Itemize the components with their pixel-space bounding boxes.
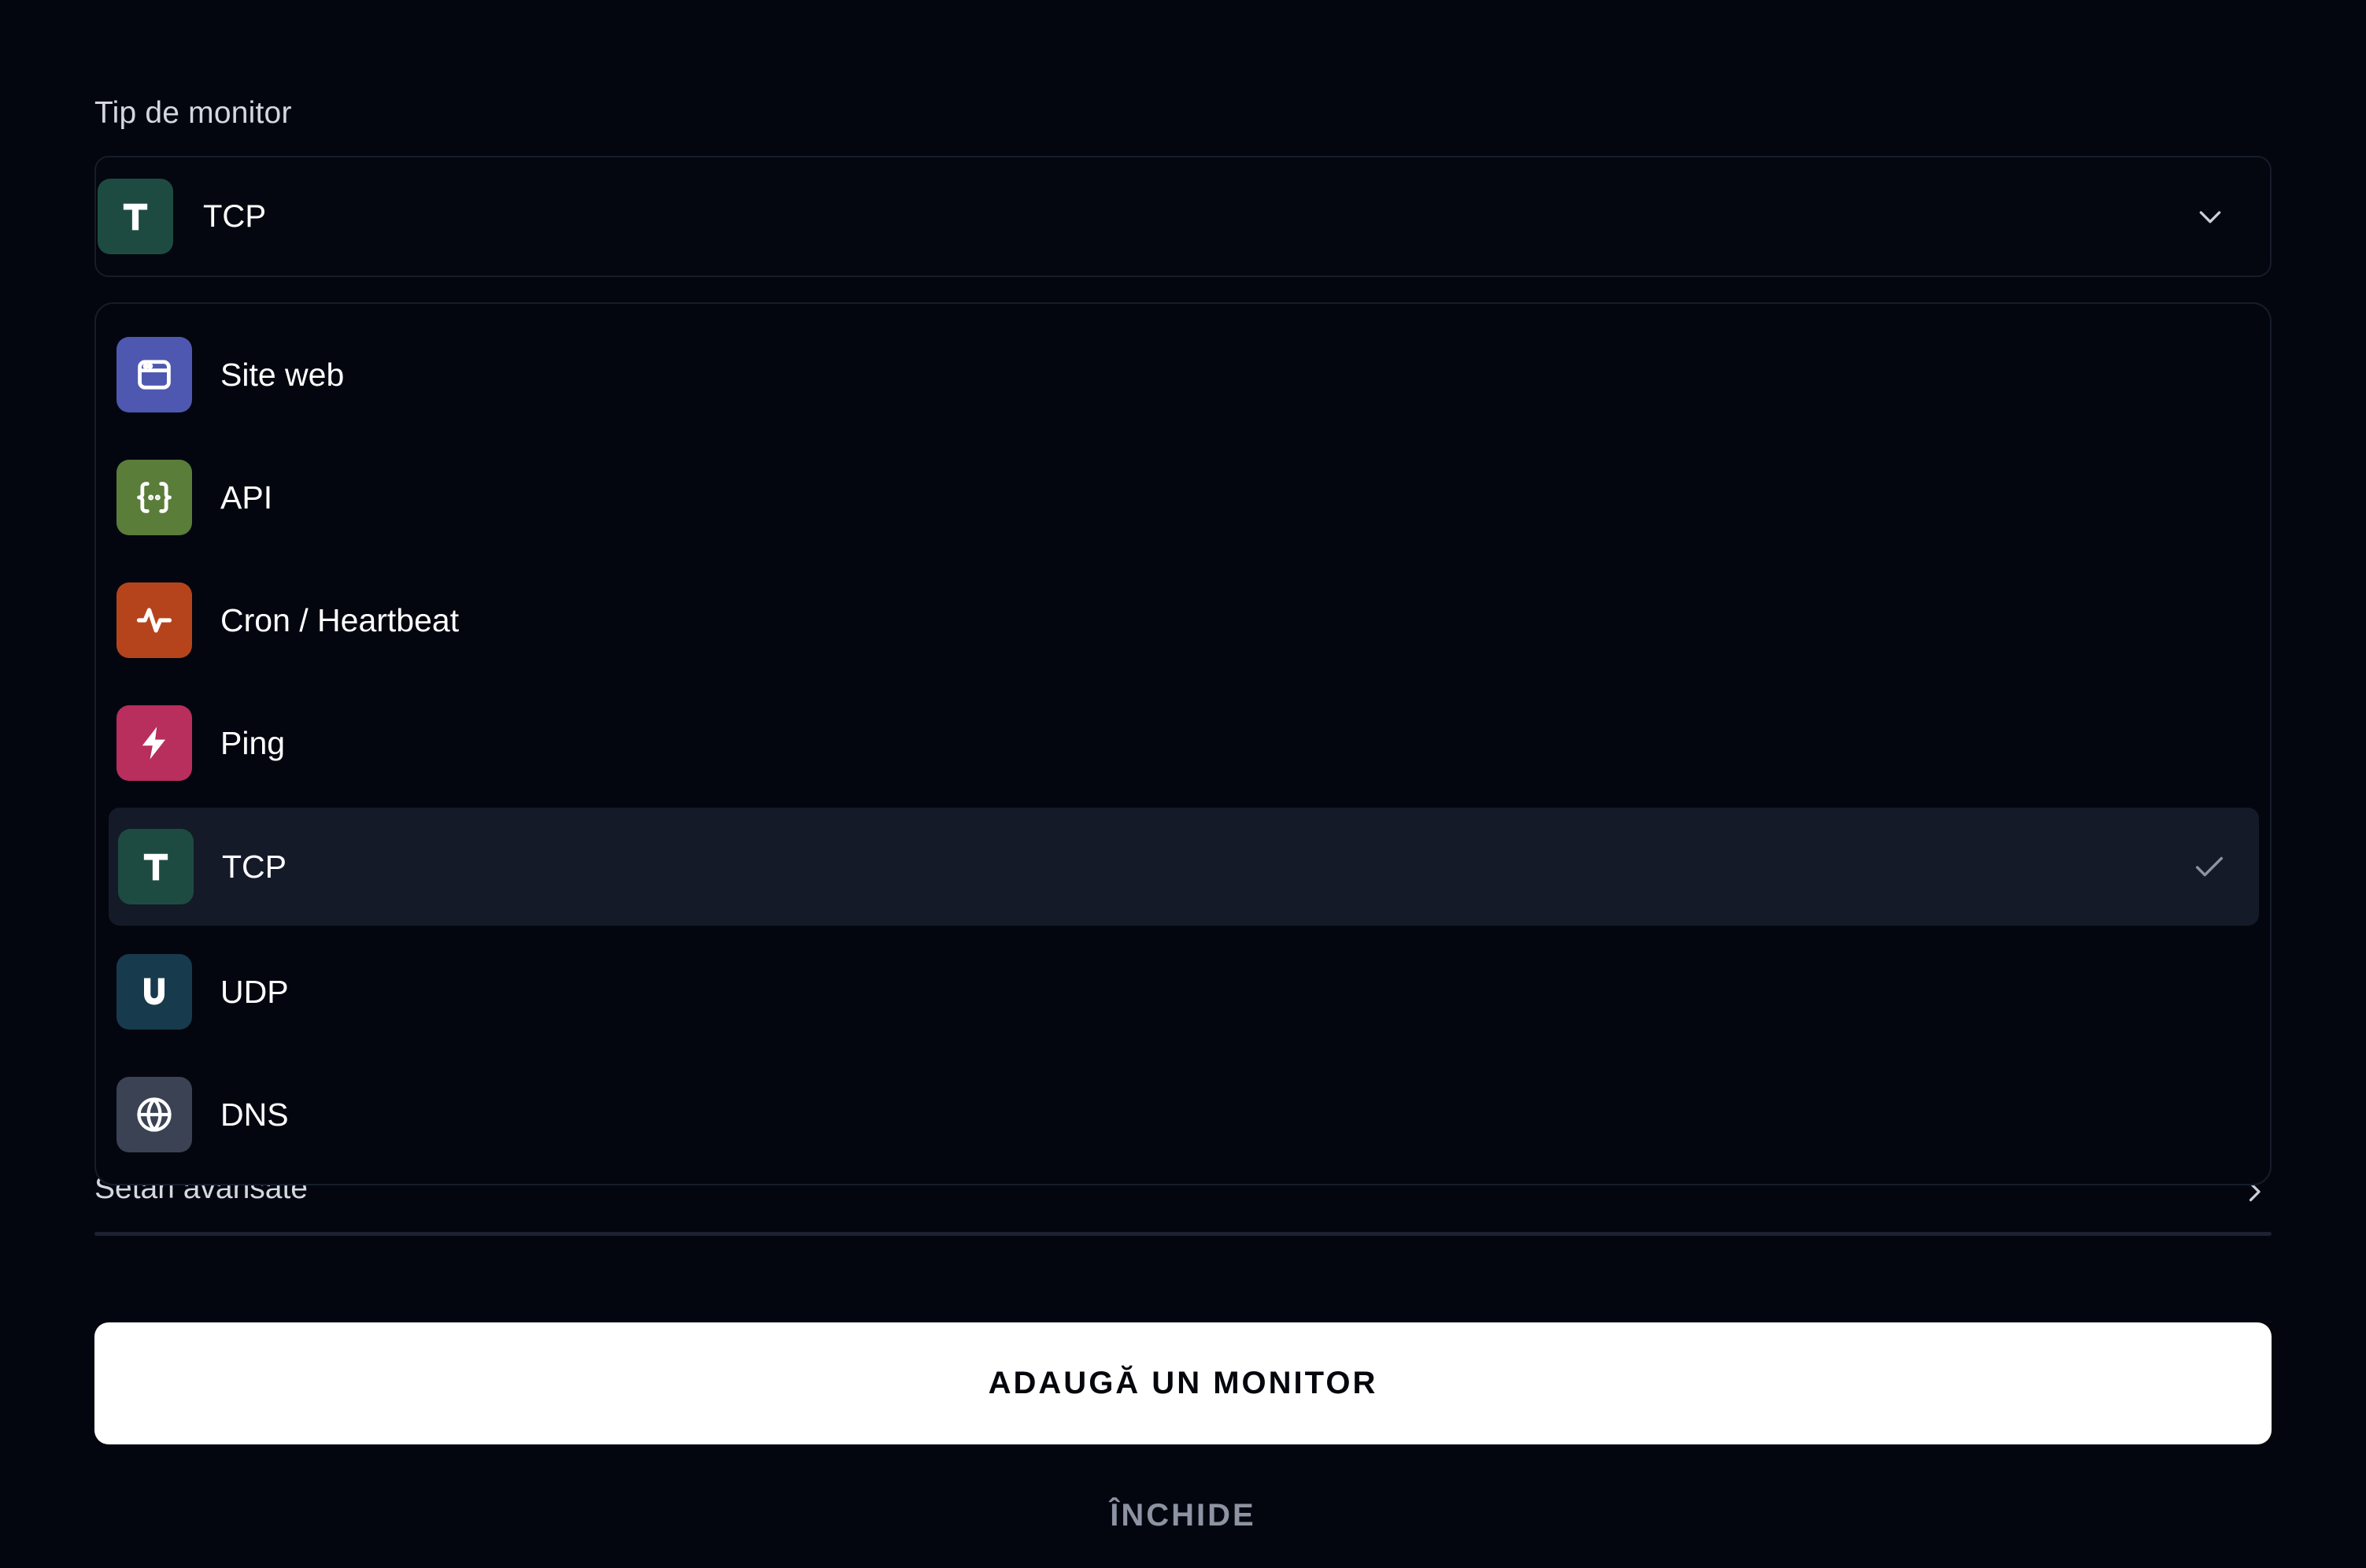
option-dns-badge — [116, 1077, 192, 1152]
letter-u-icon — [144, 978, 165, 1005]
option-site-web-badge — [116, 337, 192, 412]
selected-type-badge — [98, 179, 173, 254]
option-udp[interactable]: UDP — [116, 937, 2251, 1047]
curly-braces-icon — [137, 482, 172, 513]
option-api[interactable]: API — [116, 442, 2251, 553]
letter-t-icon — [143, 853, 168, 881]
option-dns-label: DNS — [220, 1096, 289, 1133]
lightning-bolt-icon — [142, 727, 166, 760]
option-dns[interactable]: DNS — [116, 1060, 2251, 1170]
option-api-label: API — [220, 479, 273, 516]
option-ping[interactable]: Ping — [116, 688, 2251, 798]
option-site-web-label: Site web — [220, 356, 345, 393]
browser-window-icon — [138, 360, 171, 390]
option-cron-heartbeat[interactable]: Cron / Heartbeat — [116, 565, 2251, 675]
option-ping-label: Ping — [220, 724, 286, 761]
monitor-type-dropdown: Site web API Cron / Heartbeat Ping TCP U… — [94, 302, 2272, 1185]
close-button[interactable]: ÎNCHIDE — [945, 1488, 1421, 1543]
option-api-badge — [116, 460, 192, 535]
monitor-type-select[interactable]: TCP — [94, 156, 2272, 277]
option-tcp-label: TCP — [222, 848, 287, 885]
option-ping-badge — [116, 705, 192, 781]
option-cron-heartbeat-badge — [116, 582, 192, 658]
option-udp-label: UDP — [220, 973, 289, 1010]
letter-t-icon — [123, 203, 148, 231]
option-site-web[interactable]: Site web — [116, 320, 2251, 430]
globe-icon — [137, 1097, 172, 1132]
checkmark-icon — [2195, 856, 2224, 877]
option-cron-heartbeat-label: Cron / Heartbeat — [220, 601, 460, 638]
chevron-down-icon — [2199, 211, 2221, 224]
monitor-type-label: Tip de monitor — [94, 96, 292, 130]
option-tcp[interactable]: TCP — [109, 808, 2259, 926]
selected-type-value: TCP — [203, 198, 266, 234]
option-udp-badge — [116, 954, 192, 1030]
add-monitor-page: Tip de monitor TCP Setări avansate Site … — [0, 0, 2366, 1568]
section-divider — [94, 1232, 2272, 1236]
add-monitor-button[interactable]: ADAUGĂ UN MONITOR — [94, 1322, 2272, 1444]
activity-pulse-icon — [136, 608, 172, 633]
option-tcp-badge — [118, 829, 194, 904]
